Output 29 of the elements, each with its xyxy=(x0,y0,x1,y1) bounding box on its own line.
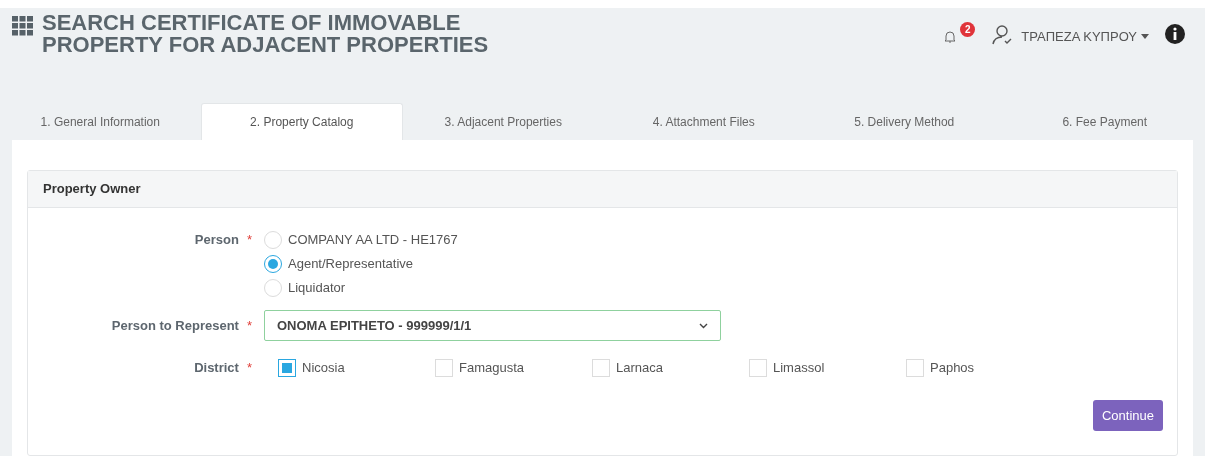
card-title: Property Owner xyxy=(43,180,141,199)
checkbox-label: Paphos xyxy=(930,359,975,378)
user-icon xyxy=(991,24,1014,46)
bell-icon[interactable] xyxy=(944,30,957,44)
grid-menu-icon[interactable] xyxy=(12,16,34,36)
caret-icon xyxy=(1141,34,1149,40)
person-select[interactable]: ONOMA EPITHETO - 999999/1/1 xyxy=(264,310,721,341)
required-mark: * xyxy=(246,359,252,378)
checkbox[interactable] xyxy=(278,359,296,377)
user-menu[interactable]: ΤΡΑΠΕΖΑ ΚΥΠΡΟΥ xyxy=(1021,27,1149,47)
info-icon[interactable] xyxy=(1165,24,1185,44)
required-mark: * xyxy=(246,231,252,250)
notification-badge: 2 xyxy=(960,22,976,37)
checkbox-label: Larnaca xyxy=(616,359,663,378)
radio-label: COMPANY AA LTD - HE1767 xyxy=(288,231,458,250)
checkbox-label: Famagusta xyxy=(459,359,525,378)
field-label: Person xyxy=(194,231,239,250)
field-label: District xyxy=(194,359,239,378)
step-tab[interactable]: 2. Property Catalog xyxy=(200,103,403,140)
radio-label: Agent/Representative xyxy=(288,255,414,274)
chevron-icon xyxy=(699,322,708,329)
field-label: Person to Represent xyxy=(111,316,239,335)
page-title: PROPERTY FOR ADJACENT PROPERTIES xyxy=(42,34,489,56)
required-mark: * xyxy=(246,316,252,335)
radio-label: Liquidator xyxy=(288,279,346,298)
continue-button[interactable]: Continue xyxy=(1092,400,1163,431)
page-title: SEARCH CERTIFICATE OF IMMOVABLE xyxy=(42,12,462,34)
checkbox-label: Limassol xyxy=(773,359,825,378)
checkbox-label: Nicosia xyxy=(302,359,345,378)
